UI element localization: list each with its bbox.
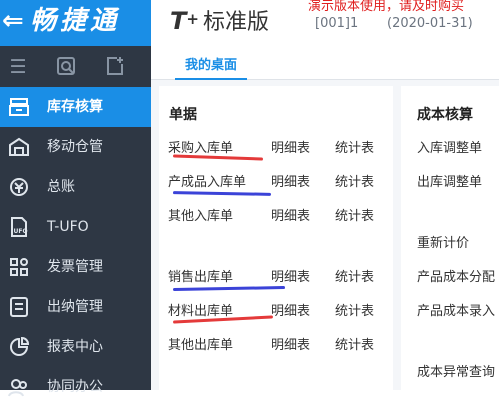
nav-label: 发票管理 [47, 259, 103, 275]
nav-item-mobile-warehouse[interactable]: 移动仓管 [0, 127, 151, 167]
menu-icon[interactable]: ☰ [7, 56, 29, 78]
detail-link[interactable]: 明细表 [271, 266, 310, 285]
nav-item-t-ufo[interactable]: UFO T-UFO [0, 207, 151, 247]
nav-label: 协同办公 [47, 379, 103, 395]
nav-item-invoice[interactable]: 发票管理 [0, 247, 151, 287]
nav-item-general-ledger[interactable]: 总账 [0, 167, 151, 207]
nav-label: 库存核算 [47, 99, 103, 115]
detail-link[interactable]: 明细表 [271, 205, 310, 224]
tab-bar: 我的桌面 [151, 46, 499, 80]
account-id: [001]1 [315, 16, 359, 31]
inventory-icon [6, 96, 32, 118]
sidebar: ⇐ 畅捷通 ☰ 库存核算 移动仓管 总账 UFO T-UFO 发票管理 出纳管理… [0, 0, 151, 397]
doc-link[interactable]: 其他出库单 [168, 334, 233, 353]
new-doc-icon[interactable] [104, 56, 126, 78]
stats-link[interactable]: 统计表 [335, 266, 374, 285]
nav-label: 总账 [47, 179, 75, 195]
product-logo-t: T [170, 7, 187, 35]
stats-link[interactable]: 统计表 [335, 334, 374, 353]
ledger-icon [6, 176, 32, 198]
product-logo-plus: + [186, 10, 199, 28]
nav-label: T-UFO [47, 219, 89, 235]
nav-label: 出纳管理 [47, 299, 103, 315]
cost-link[interactable]: 重新计价 [417, 232, 469, 251]
ufo-icon: UFO [6, 216, 32, 238]
doc-link[interactable]: 产成品入库单 [168, 171, 246, 190]
sidebar-toolbar: ☰ [0, 50, 151, 84]
nav-item-collaboration[interactable]: 协同办公 [0, 367, 151, 407]
cost-link[interactable]: 产品成本分配 [417, 266, 495, 285]
invoice-icon [6, 256, 32, 278]
edition-name: 标准版 [202, 10, 269, 35]
doc-link[interactable]: 销售出库单 [168, 266, 233, 285]
doc-link[interactable]: 其他入库单 [168, 205, 233, 224]
documents-panel: 单据 采购入库单 明细表 统计表 产成品入库单 明细表 统计表 其他入库单 明细… [159, 86, 393, 390]
detail-link[interactable]: 明细表 [271, 300, 310, 319]
stats-link[interactable]: 统计表 [335, 205, 374, 224]
brand-bar: ⇐ 畅捷通 [0, 0, 151, 46]
nav-label: 移动仓管 [47, 139, 103, 155]
cost-accounting-panel: 成本核算 入库调整单 出库调整单 重新计价 产品成本分配 产品成本录入 成本异常… [401, 86, 499, 390]
login-date: (2020-01-31) [387, 16, 473, 31]
cost-link[interactable]: 产品成本录入 [417, 300, 495, 319]
stats-link[interactable]: 统计表 [335, 171, 374, 190]
detail-link[interactable]: 明细表 [271, 334, 310, 353]
tab-my-desktop[interactable]: 我的桌面 [175, 54, 248, 80]
mobile-warehouse-icon [6, 136, 32, 158]
search-doc-icon[interactable] [55, 56, 77, 78]
highlight-mark [172, 191, 272, 196]
stats-link[interactable]: 统计表 [335, 300, 374, 319]
detail-link[interactable]: 明细表 [271, 137, 310, 156]
collab-icon [6, 376, 32, 398]
product-logo: T+ 标准版 [170, 8, 269, 36]
demo-notice[interactable]: 演示版本使用，请及时购买 [308, 0, 464, 14]
highlight-mark [172, 154, 264, 161]
detail-link[interactable]: 明细表 [271, 171, 310, 190]
stats-link[interactable]: 统计表 [335, 137, 374, 156]
nav-label: 报表中心 [47, 339, 103, 355]
highlight-mark [172, 286, 286, 291]
doc-link[interactable]: 材料出库单 [168, 300, 233, 319]
report-icon [6, 336, 32, 358]
nav-item-report-center[interactable]: 报表中心 [0, 327, 151, 367]
documents-title: 单据 [169, 107, 197, 123]
cost-link[interactable]: 成本异常查询 [417, 361, 495, 380]
brand-name: 畅捷通 [30, 6, 121, 36]
cost-link[interactable]: 入库调整单 [417, 137, 482, 156]
nav-item-cashier[interactable]: 出纳管理 [0, 287, 151, 327]
collapse-arrow-icon[interactable]: ⇐ [2, 5, 24, 37]
doc-link[interactable]: 采购入库单 [168, 137, 233, 156]
svg-text:UFO: UFO [14, 228, 28, 235]
cost-link[interactable]: 出库调整单 [417, 171, 482, 190]
cashier-icon [6, 296, 32, 318]
desktop-content: 单据 采购入库单 明细表 统计表 产成品入库单 明细表 统计表 其他入库单 明细… [151, 80, 499, 390]
cost-title: 成本核算 [417, 107, 473, 123]
nav-item-inventory-accounting[interactable]: 库存核算 [0, 87, 151, 127]
